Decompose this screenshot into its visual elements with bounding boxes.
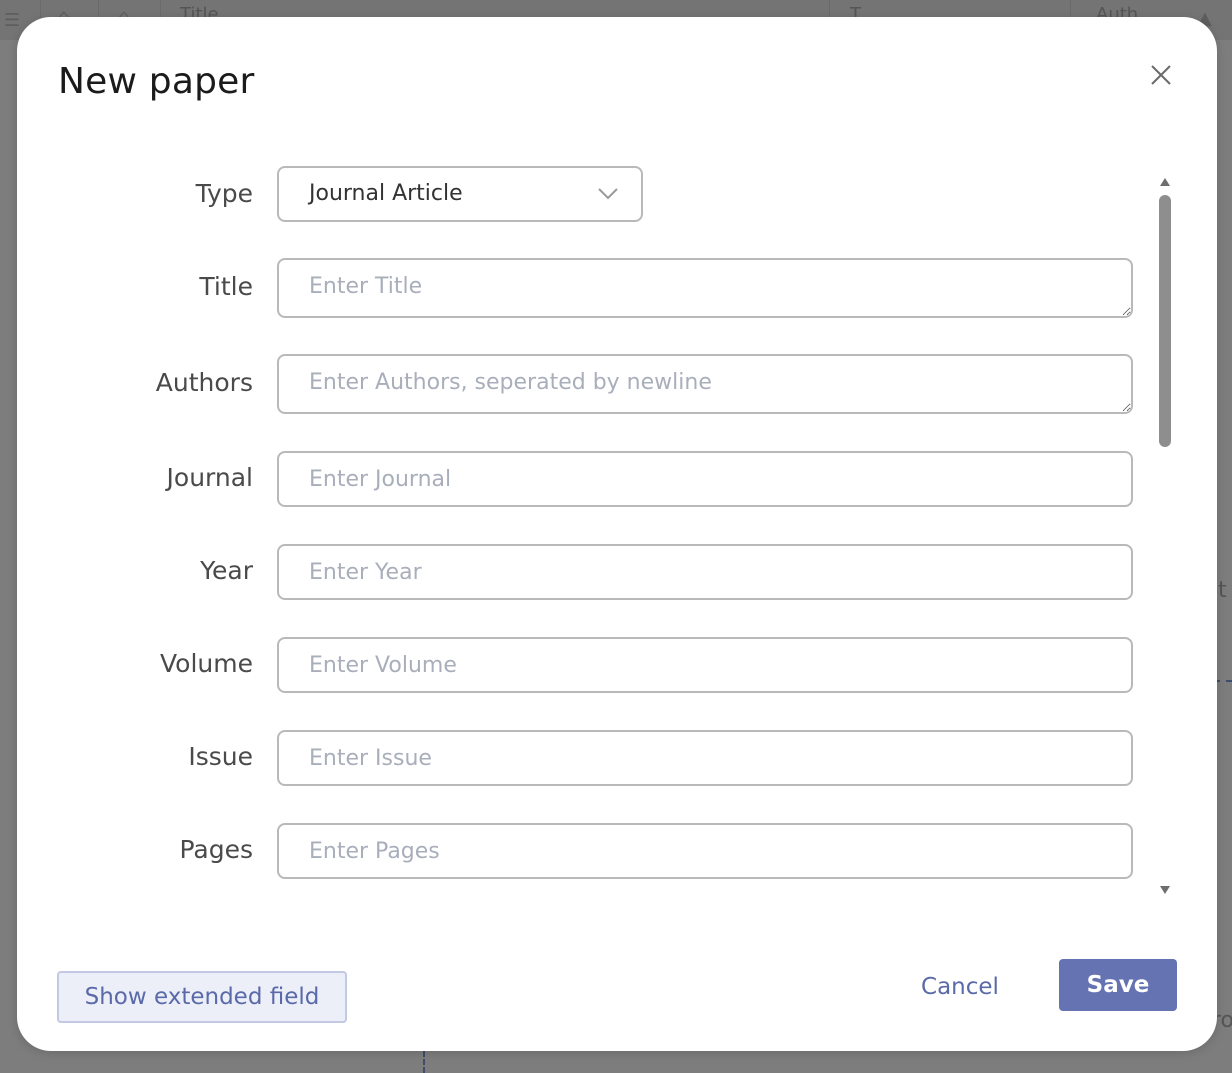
authors-field[interactable] — [277, 354, 1133, 414]
scroll-up-arrow-icon[interactable] — [1158, 173, 1172, 186]
form-scrollbar[interactable] — [1155, 167, 1175, 897]
type-select-value: Journal Article — [309, 181, 463, 206]
form-scroll-area: Type Journal Article Title Authors Journ… — [17, 157, 1217, 917]
cancel-button[interactable]: Cancel — [907, 961, 1013, 1013]
scroll-down-arrow-icon[interactable] — [1158, 881, 1172, 894]
type-label: Type — [195, 179, 253, 208]
title-label: Title — [199, 272, 253, 301]
journal-label: Journal — [166, 463, 253, 492]
issue-label: Issue — [188, 742, 253, 771]
scrollbar-thumb[interactable] — [1159, 195, 1171, 447]
show-extended-field-button[interactable]: Show extended field — [57, 971, 347, 1023]
volume-field[interactable] — [277, 637, 1133, 693]
year-label: Year — [200, 556, 253, 585]
new-paper-dialog: New paper Type Journal Article Title Ent… — [17, 17, 1217, 1051]
close-icon[interactable] — [1147, 61, 1175, 89]
pages-field[interactable] — [277, 823, 1133, 879]
background-divider — [423, 1051, 425, 1073]
save-button[interactable]: Save — [1059, 959, 1177, 1011]
issue-field[interactable] — [277, 730, 1133, 786]
volume-label: Volume — [160, 649, 253, 678]
background-text: t — [1218, 578, 1227, 603]
title-field[interactable] — [277, 258, 1133, 318]
authors-label: Authors — [155, 368, 253, 397]
dialog-title: New paper — [58, 61, 255, 102]
year-field[interactable] — [277, 544, 1133, 600]
layers-icon: ☰ — [4, 10, 21, 31]
pages-label: Pages — [179, 835, 253, 864]
type-select[interactable]: Journal Article — [277, 166, 643, 222]
journal-field[interactable] — [277, 451, 1133, 507]
chevron-down-icon — [597, 186, 619, 200]
